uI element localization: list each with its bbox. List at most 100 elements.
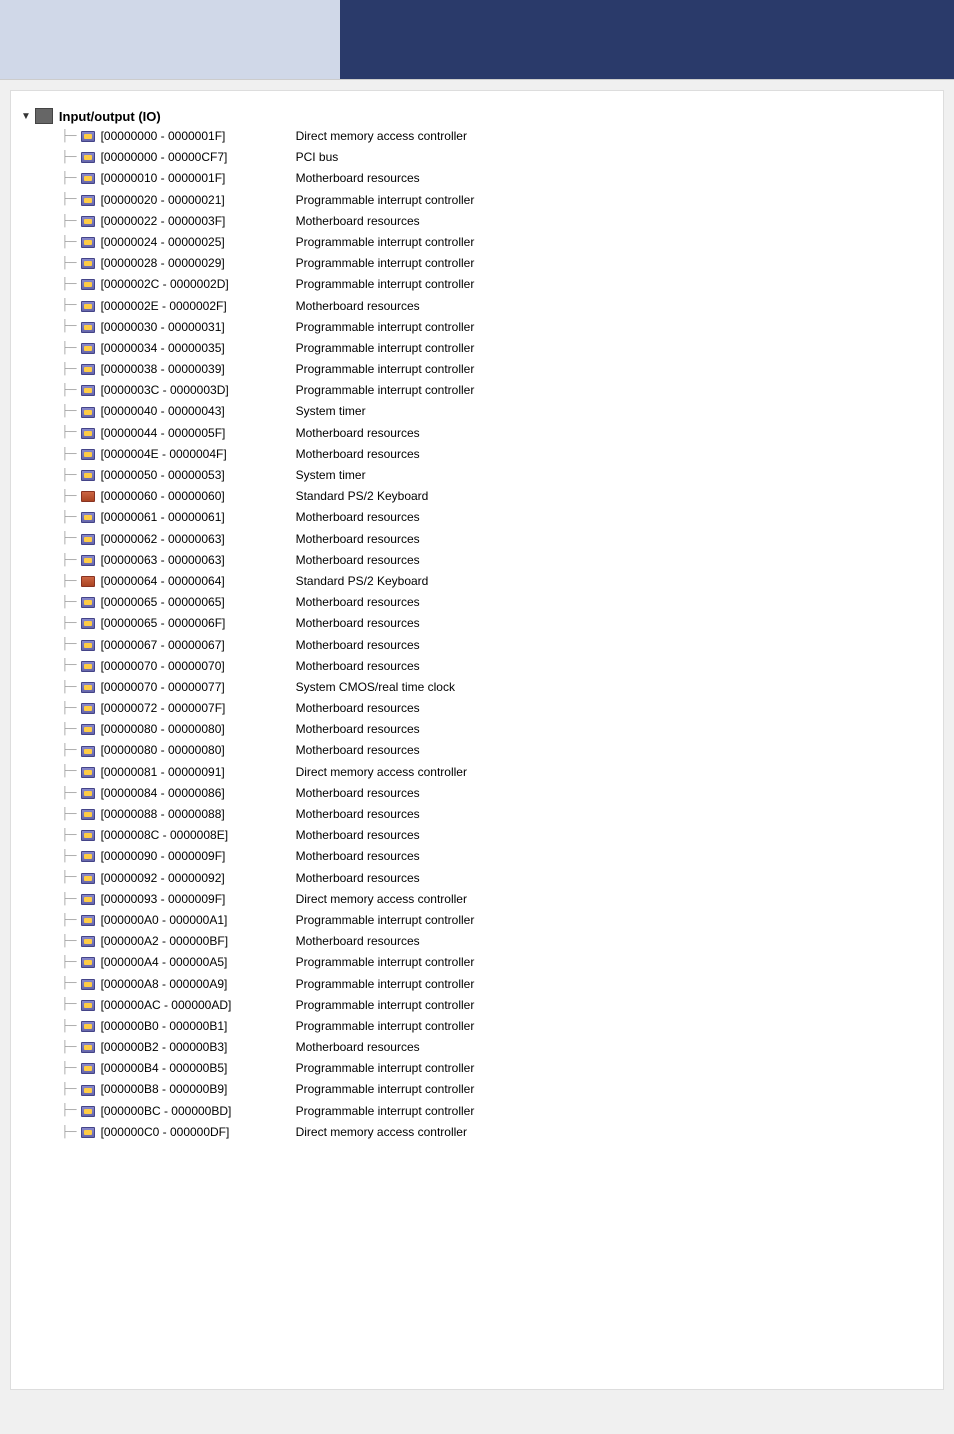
- item-address: [00000072 - 0000007F]: [101, 699, 296, 718]
- tree-item[interactable]: ├─[000000BC - 000000BD]Programmable inte…: [21, 1101, 933, 1122]
- tree-item[interactable]: ├─[00000065 - 0000006F]Motherboard resou…: [21, 613, 933, 634]
- tree-item[interactable]: ├─[00000070 - 00000077]System CMOS/real …: [21, 677, 933, 698]
- tree-item[interactable]: ├─[0000003C - 0000003D]Programmable inte…: [21, 380, 933, 401]
- item-address: [00000088 - 00000088]: [101, 805, 296, 824]
- root-label: Input/output (IO): [59, 109, 161, 124]
- item-description: Programmable interrupt controller: [296, 254, 475, 273]
- tree-connector: ├─: [61, 996, 77, 1014]
- tree-connector: ├─: [61, 869, 77, 887]
- tree-item[interactable]: ├─[0000002C - 0000002D]Programmable inte…: [21, 274, 933, 295]
- top-bar: [0, 0, 954, 80]
- tree-connector: ├─: [61, 552, 77, 570]
- tree-item[interactable]: ├─[00000028 - 00000029]Programmable inte…: [21, 253, 933, 274]
- tree-item[interactable]: ├─[00000020 - 00000021]Programmable inte…: [21, 190, 933, 211]
- tree-item[interactable]: ├─[000000B0 - 000000B1]Programmable inte…: [21, 1016, 933, 1037]
- tree-item[interactable]: ├─[00000000 - 0000001F]Direct memory acc…: [21, 126, 933, 147]
- tree-item[interactable]: ├─[00000000 - 00000CF7]PCI bus: [21, 147, 933, 168]
- tree-item[interactable]: ├─[00000092 - 00000092]Motherboard resou…: [21, 868, 933, 889]
- item-address: [00000065 - 0000006F]: [101, 614, 296, 633]
- tree-item[interactable]: ├─[00000038 - 00000039]Programmable inte…: [21, 359, 933, 380]
- item-address: [000000A8 - 000000A9]: [101, 975, 296, 994]
- tree-connector: ├─: [61, 234, 77, 252]
- tree-item[interactable]: ├─[00000070 - 00000070]Motherboard resou…: [21, 656, 933, 677]
- item-address: [000000AC - 000000AD]: [101, 996, 296, 1015]
- tree-item[interactable]: ├─[00000065 - 00000065]Motherboard resou…: [21, 592, 933, 613]
- item-address: [00000080 - 00000080]: [101, 720, 296, 739]
- item-description: Motherboard resources: [296, 932, 420, 951]
- tree-item[interactable]: ├─[00000084 - 00000086]Motherboard resou…: [21, 783, 933, 804]
- item-address: [00000034 - 00000035]: [101, 339, 296, 358]
- item-address: [00000024 - 00000025]: [101, 233, 296, 252]
- tree-item[interactable]: ├─[00000044 - 0000005F]Motherboard resou…: [21, 423, 933, 444]
- item-description: Direct memory access controller: [296, 763, 467, 782]
- tree-connector: ├─: [61, 191, 77, 209]
- chip-icon: [79, 765, 97, 779]
- tree-item[interactable]: ├─[00000022 - 0000003F]Motherboard resou…: [21, 211, 933, 232]
- chip-icon: [79, 511, 97, 525]
- tree-connector: ├─: [61, 785, 77, 803]
- chip-icon: [79, 532, 97, 546]
- tree-item[interactable]: ├─[00000061 - 00000061]Motherboard resou…: [21, 507, 933, 528]
- keyboard-icon: [79, 490, 97, 504]
- item-description: Motherboard resources: [296, 551, 420, 570]
- tree-item[interactable]: ├─[00000072 - 0000007F]Motherboard resou…: [21, 698, 933, 719]
- tree-item[interactable]: ├─[00000062 - 00000063]Motherboard resou…: [21, 529, 933, 550]
- tree-item[interactable]: ├─ [000000AC - 000000AD]Programmable inte…: [21, 995, 933, 1016]
- tree-connector: ├─: [61, 912, 77, 930]
- tree-item[interactable]: ├─[00000060 - 00000060]Standard PS/2 Key…: [21, 486, 933, 507]
- item-address: [00000000 - 0000001F]: [101, 127, 296, 146]
- tree-item[interactable]: ├─[00000093 - 0000009F]Direct memory acc…: [21, 889, 933, 910]
- tree-connector: ├─: [61, 615, 77, 633]
- item-description: Motherboard resources: [296, 445, 420, 464]
- tree-item[interactable]: ├─[000000B2 - 000000B3]Motherboard resou…: [21, 1037, 933, 1058]
- tree-item[interactable]: ├─[000000C0 - 000000DF]Direct memory acc…: [21, 1122, 933, 1143]
- tree-item[interactable]: ├─[00000090 - 0000009F]Motherboard resou…: [21, 846, 933, 867]
- tree-item[interactable]: ├─[00000067 - 00000067]Motherboard resou…: [21, 635, 933, 656]
- tree-item[interactable]: ├─[00000040 - 00000043]System timer: [21, 401, 933, 422]
- item-description: Programmable interrupt controller: [296, 996, 475, 1015]
- tree-item[interactable]: ├─[00000088 - 00000088]Motherboard resou…: [21, 804, 933, 825]
- tree-item[interactable]: ├─[00000010 - 0000001F]Motherboard resou…: [21, 168, 933, 189]
- tree-item[interactable]: ├─[00000081 - 00000091]Direct memory acc…: [21, 762, 933, 783]
- tree-item[interactable]: ├─[00000080 - 00000080]Motherboard resou…: [21, 740, 933, 761]
- tree-item[interactable]: ├─[00000063 - 00000063]Motherboard resou…: [21, 550, 933, 571]
- tree-item[interactable]: ├─[000000A4 - 000000A5]Programmable inte…: [21, 952, 933, 973]
- tree-item[interactable]: ├─[000000A8 - 000000A9]Programmable inte…: [21, 974, 933, 995]
- tree-item[interactable]: ├─[00000030 - 00000031]Programmable inte…: [21, 317, 933, 338]
- tree-item[interactable]: ├─[00000064 - 00000064]Standard PS/2 Key…: [21, 571, 933, 592]
- tree-item[interactable]: ├─[0000008C - 0000008E]Motherboard resou…: [21, 825, 933, 846]
- chip-icon: [79, 447, 97, 461]
- tree-item[interactable]: ├─[000000A0 - 000000A1]Programmable inte…: [21, 910, 933, 931]
- tree-item[interactable]: ├─[000000B8 - 000000B9]Programmable inte…: [21, 1079, 933, 1100]
- item-address: [0000004E - 0000004F]: [101, 445, 296, 464]
- tree-root[interactable]: ▼ Input/output (IO): [21, 106, 933, 126]
- item-address: [00000030 - 00000031]: [101, 318, 296, 337]
- tree-connector: ├─: [61, 170, 77, 188]
- chip-icon: [79, 680, 97, 694]
- tree-item[interactable]: ├─[0000004E - 0000004F]Motherboard resou…: [21, 444, 933, 465]
- tree-item[interactable]: ├─[00000080 - 00000080]Motherboard resou…: [21, 719, 933, 740]
- tree-item[interactable]: ├─[000000A2 - 000000BF]Motherboard resou…: [21, 931, 933, 952]
- tree-item[interactable]: ├─[00000050 - 00000053]System timer: [21, 465, 933, 486]
- item-address: [00000010 - 0000001F]: [101, 169, 296, 188]
- item-description: System CMOS/real time clock: [296, 678, 455, 697]
- tree-connector: ├─: [61, 806, 77, 824]
- chip-icon: [79, 914, 97, 928]
- tree-connector: ├─: [61, 891, 77, 909]
- tree-connector: ├─: [61, 679, 77, 697]
- chip-icon: [79, 998, 97, 1012]
- item-address: [000000A4 - 000000A5]: [101, 953, 296, 972]
- tree-connector: ├─: [61, 742, 77, 760]
- chip-icon: [79, 638, 97, 652]
- item-address: [00000000 - 00000CF7]: [101, 148, 296, 167]
- tree-connector: ├─: [61, 424, 77, 442]
- tree-item[interactable]: ├─[00000024 - 00000025]Programmable inte…: [21, 232, 933, 253]
- tree-item[interactable]: ├─[00000034 - 00000035]Programmable inte…: [21, 338, 933, 359]
- tree-connector: ├─: [61, 361, 77, 379]
- tree-item[interactable]: ├─[000000B4 - 000000B5]Programmable inte…: [21, 1058, 933, 1079]
- item-description: Programmable interrupt controller: [296, 953, 475, 972]
- tree-item[interactable]: ├─[0000002E - 0000002F]Motherboard resou…: [21, 296, 933, 317]
- chip-icon: [79, 193, 97, 207]
- item-description: Motherboard resources: [296, 657, 420, 676]
- item-description: System timer: [296, 402, 366, 421]
